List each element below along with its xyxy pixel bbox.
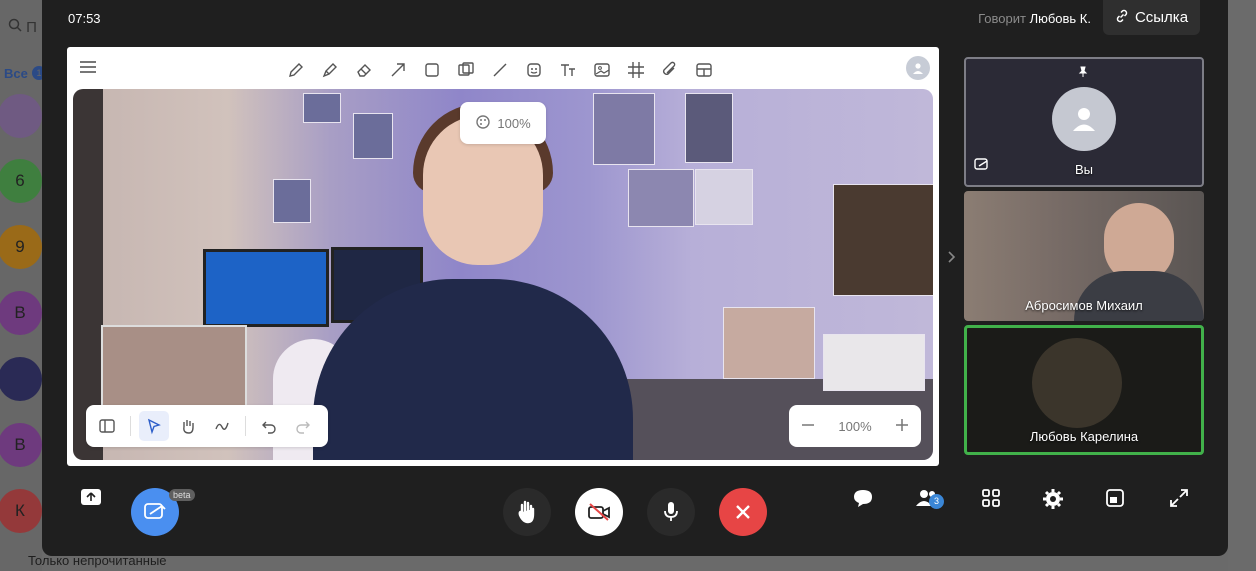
whiteboard-toolbar xyxy=(285,59,715,81)
hamburger-menu-icon[interactable] xyxy=(79,59,97,80)
chat-avatar xyxy=(0,357,42,401)
camera-off-button[interactable] xyxy=(575,488,623,536)
desk-box xyxy=(823,334,925,391)
fullscreen-button[interactable] xyxy=(1167,488,1191,508)
board-bottom-toolbar xyxy=(86,405,328,447)
participants-count-badge: 3 xyxy=(929,494,944,509)
sidebar-toggle-icon[interactable] xyxy=(92,411,122,441)
whiteboard-panel: 100% 100% xyxy=(67,47,939,466)
attach-icon[interactable] xyxy=(659,59,681,81)
zoom-control: 100% xyxy=(789,405,921,447)
raise-hand-button[interactable] xyxy=(503,488,551,536)
pencil-icon[interactable] xyxy=(285,59,307,81)
chat-avatar: 9 xyxy=(0,225,42,269)
grid-layout-button[interactable] xyxy=(979,488,1003,508)
video-person-body xyxy=(1074,271,1204,321)
participant-tile-speaking[interactable]: Любовь Карелина xyxy=(964,325,1204,455)
text-icon[interactable] xyxy=(557,59,579,81)
participant-tile[interactable]: Абросимов Михаил xyxy=(964,191,1204,321)
video-call-window: 07:53 Говорит Любовь К. Ссылка 100% 100%… xyxy=(42,0,1228,556)
call-clock: 07:53 xyxy=(68,11,101,26)
line-icon[interactable] xyxy=(489,59,511,81)
zoom-out-icon[interactable] xyxy=(801,418,815,435)
beta-badge: beta xyxy=(169,489,195,501)
wall-photo xyxy=(685,93,733,163)
chat-avatar: В xyxy=(0,291,42,335)
chat-avatar: 6 xyxy=(0,159,42,203)
wall-photo xyxy=(628,169,694,227)
speaking-indicator: Говорит Любовь К. xyxy=(978,11,1091,26)
sticker-icon[interactable] xyxy=(523,59,545,81)
user-avatar-icon xyxy=(1052,87,1116,151)
pip-layout-button[interactable] xyxy=(1103,488,1127,508)
speaking-name: Любовь К. xyxy=(1029,11,1091,26)
hand-pan-icon[interactable] xyxy=(173,411,203,441)
right-strip xyxy=(1228,0,1256,571)
pin-icon[interactable] xyxy=(1077,66,1089,81)
wall-photo xyxy=(273,179,311,223)
chat-button[interactable] xyxy=(851,488,875,508)
undo-icon[interactable] xyxy=(254,411,284,441)
redo-icon[interactable] xyxy=(288,411,318,441)
wall-photo xyxy=(303,93,341,123)
chevron-right-icon[interactable] xyxy=(947,250,957,267)
table-icon[interactable] xyxy=(693,59,715,81)
board-zoom-value: 100% xyxy=(497,115,531,131)
video-person xyxy=(1032,338,1122,428)
link-icon xyxy=(1115,9,1129,27)
eraser-icon[interactable] xyxy=(353,59,375,81)
board-zoom-indicator: 100% xyxy=(460,102,546,144)
desk-photo xyxy=(723,307,815,379)
settings-gear-button[interactable] xyxy=(1041,488,1065,510)
shared-video-frame: 100% 100% xyxy=(73,89,933,460)
microphone-button[interactable] xyxy=(647,488,695,536)
participant-name: Абросимов Михаил xyxy=(1025,298,1143,313)
marker-icon[interactable] xyxy=(319,59,341,81)
rectangle-icon[interactable] xyxy=(421,59,443,81)
select-cursor-icon[interactable] xyxy=(139,411,169,441)
chat-avatar: К xyxy=(0,489,42,533)
screen-share-button[interactable] xyxy=(79,488,103,506)
divider xyxy=(130,416,131,436)
wall-photo xyxy=(593,93,655,165)
divider xyxy=(245,416,246,436)
zoom-in-icon[interactable] xyxy=(895,418,909,435)
participant-tile-self[interactable]: Вы xyxy=(964,57,1204,187)
copy-link-button[interactable]: Ссылка xyxy=(1103,0,1200,35)
monitor xyxy=(203,249,329,327)
layers-icon[interactable] xyxy=(455,59,477,81)
wall-photo xyxy=(353,113,393,159)
participant-name: Любовь Карелина xyxy=(1029,429,1139,444)
palette-icon xyxy=(475,114,491,133)
chat-avatar xyxy=(0,94,42,138)
wall-photo xyxy=(695,169,753,225)
grid-icon[interactable] xyxy=(625,59,647,81)
zoom-value: 100% xyxy=(838,418,872,434)
laser-pointer-icon[interactable] xyxy=(207,411,237,441)
user-avatar-icon[interactable] xyxy=(906,56,930,80)
chat-avatar: В xyxy=(0,423,42,467)
end-call-button[interactable] xyxy=(719,488,767,536)
filter-all: Все xyxy=(4,66,28,81)
speaking-label: Говорит xyxy=(978,11,1026,26)
chat-list-strip: П Все 1 6 9 В В К xyxy=(0,0,46,571)
arrow-icon[interactable] xyxy=(387,59,409,81)
participant-name: Вы xyxy=(1074,162,1093,177)
image-icon[interactable] xyxy=(591,59,613,81)
wall-photo xyxy=(833,184,933,296)
link-button-label: Ссылка xyxy=(1134,9,1189,26)
